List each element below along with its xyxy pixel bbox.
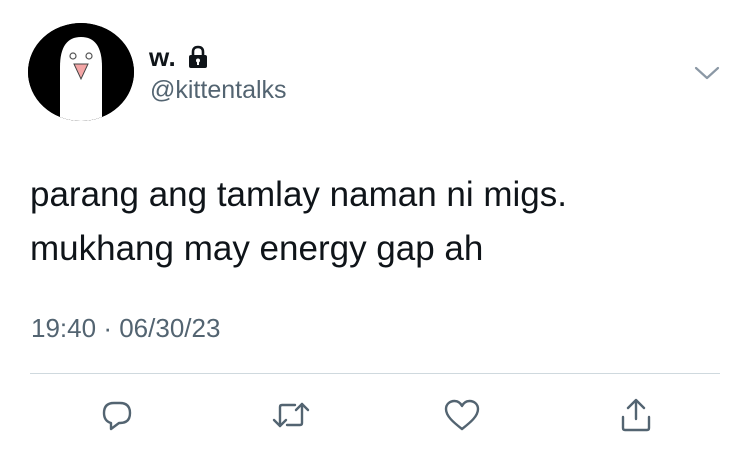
- tweet-time: 19:40: [31, 313, 97, 343]
- meta-separator: ·: [103, 313, 112, 343]
- tweet-timestamp[interactable]: 19:40 · 06/30/23: [31, 313, 220, 344]
- action-bar: [0, 390, 750, 446]
- avatar[interactable]: [28, 23, 134, 121]
- tweet-date: 06/30/23: [119, 313, 221, 343]
- reply-button[interactable]: [92, 390, 142, 440]
- lock-icon: [186, 45, 210, 69]
- name-row: w.: [149, 40, 210, 74]
- retweet-button[interactable]: [266, 390, 316, 440]
- tweet-text: parang ang tamlay naman ni migs. mukhang…: [30, 175, 567, 268]
- like-button[interactable]: [437, 390, 487, 440]
- share-icon: [621, 398, 651, 432]
- divider: [30, 373, 720, 374]
- user-handle[interactable]: @kittentalks: [150, 76, 287, 105]
- tweet-card: w. @kittentalks parang ang tamlay naman …: [0, 0, 750, 461]
- chevron-down-icon[interactable]: [693, 62, 721, 84]
- heart-icon: [444, 399, 480, 431]
- display-name[interactable]: w.: [149, 42, 176, 73]
- retweet-icon: [272, 402, 310, 428]
- share-button[interactable]: [611, 390, 661, 440]
- reply-icon: [102, 401, 132, 431]
- avatar-ghost-icon: [28, 23, 134, 121]
